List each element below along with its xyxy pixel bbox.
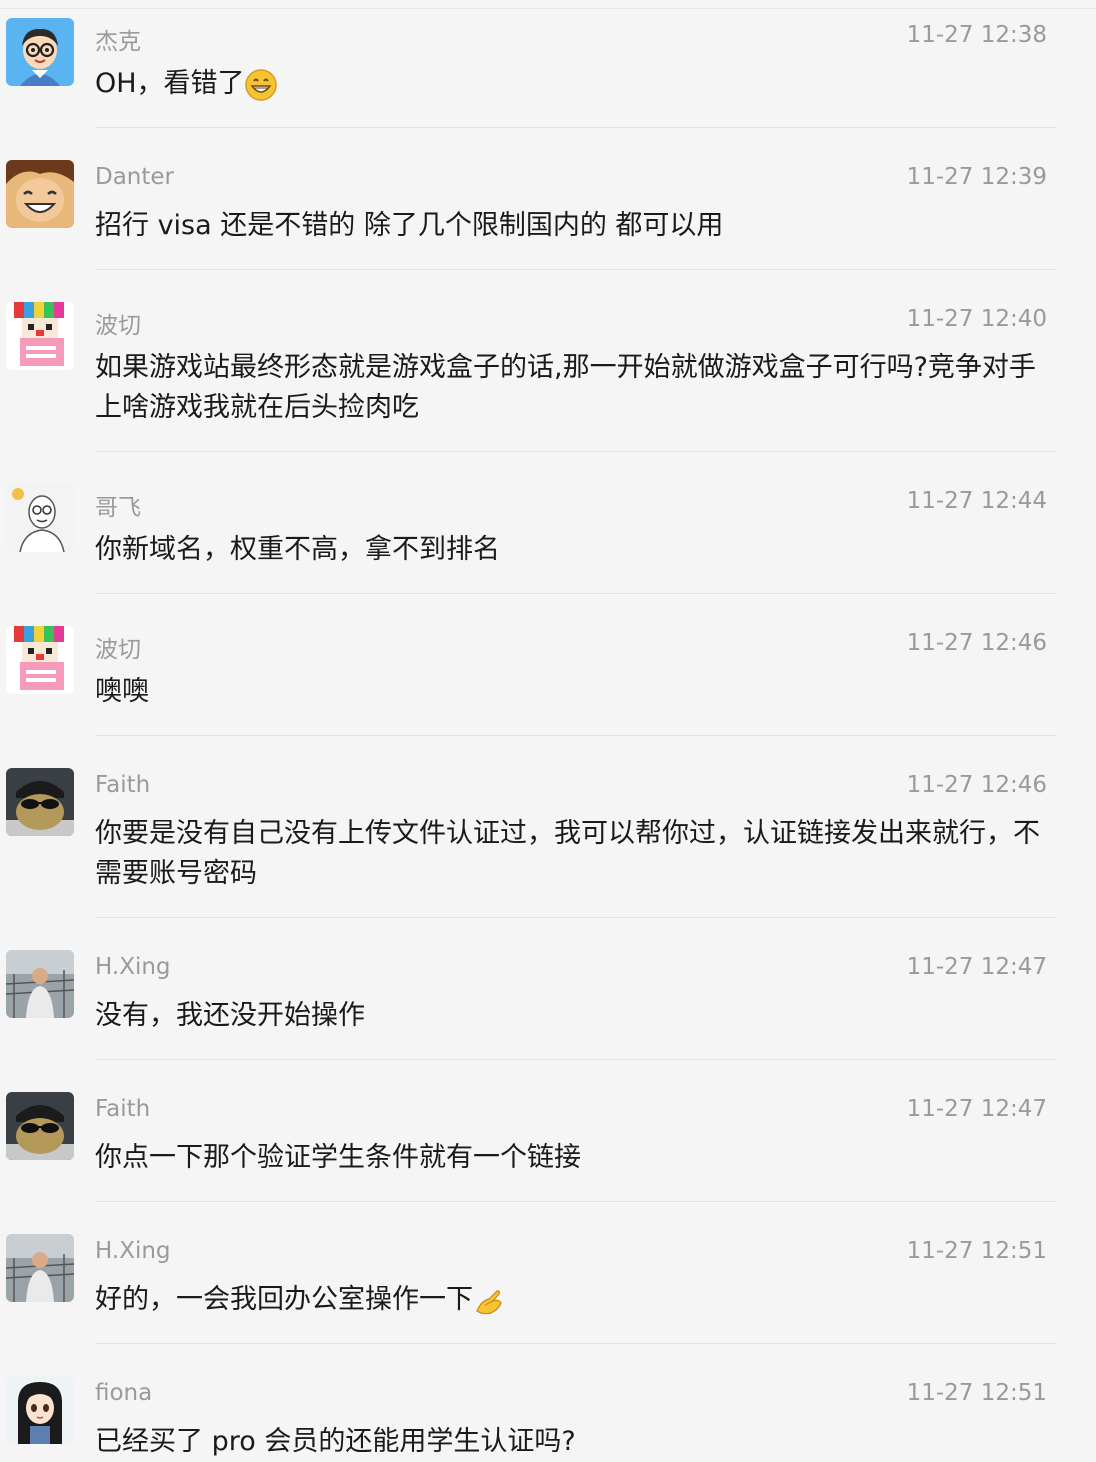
sender-name: 哥飞: [95, 495, 141, 521]
sender-name: Faith: [95, 772, 151, 798]
message-time: 11-27 12:44: [906, 488, 1047, 514]
message-time: 11-27 12:38: [906, 22, 1047, 48]
message-divider: [96, 451, 1056, 452]
ok-hand-icon: [476, 1289, 502, 1314]
message-divider: [96, 127, 1056, 128]
message-time: 11-27 12:47: [906, 1096, 1047, 1122]
message-text: 你新域名，权重不高，拿不到排名: [95, 534, 500, 565]
message-time: 11-27 12:51: [906, 1238, 1047, 1264]
sender-name: 杰克: [95, 29, 141, 55]
anime-girl-avatar[interactable]: [6, 1376, 74, 1444]
message-text: 噢噢: [95, 676, 149, 707]
message-text: 如果游戏站最终形态就是游戏盒子的话,那一开始就做游戏盒子可行吗?竞争对手上啥游戏…: [95, 352, 1036, 423]
message-time: 11-27 12:46: [906, 630, 1047, 656]
message-time: 11-27 12:51: [906, 1380, 1047, 1406]
top-border: [0, 0, 1096, 9]
message-divider: [96, 269, 1056, 270]
message-divider: [96, 593, 1056, 594]
sender-name: H.Xing: [95, 954, 171, 980]
message-text: 已经买了 pro 会员的还能用学生认证吗?: [95, 1426, 576, 1457]
photo-man-avatar[interactable]: [6, 950, 74, 1018]
pixel-clown-avatar[interactable]: [6, 626, 74, 694]
message-text: 没有，我还没开始操作: [95, 1000, 365, 1031]
sender-name: Faith: [95, 1096, 151, 1122]
sender-name: 波切: [95, 313, 141, 339]
photo-man-avatar[interactable]: [6, 1234, 74, 1302]
message-text: 你点一下那个验证学生条件就有一个链接: [95, 1142, 581, 1173]
sunglasses-plush-avatar[interactable]: [6, 768, 74, 836]
message-text: 好的，一会我回办公室操作一下: [95, 1280, 1050, 1320]
sender-name: 波切: [95, 637, 141, 663]
message-text: 你要是没有自己没有上传文件认证过，我可以帮你过，认证链接发出来就行，不需要账号密…: [95, 818, 1040, 889]
message-text: OH，看错了: [95, 64, 1050, 104]
cartoon-boy-glasses-avatar[interactable]: [6, 18, 74, 86]
message-time: 11-27 12:46: [906, 772, 1047, 798]
sender-name: H.Xing: [95, 1238, 171, 1264]
sender-name: Danter: [95, 164, 175, 190]
sunglasses-plush-avatar[interactable]: [6, 1092, 74, 1160]
message-divider: [96, 917, 1056, 918]
message-divider: [96, 1343, 1056, 1344]
message-time: 11-27 12:39: [906, 164, 1047, 190]
message-text: 招行 visa 还是不错的 除了几个限制国内的 都可以用: [95, 210, 724, 241]
anime-smile-avatar[interactable]: [6, 160, 74, 228]
message-divider: [96, 735, 1056, 736]
message-divider: [96, 1201, 1056, 1202]
grinning-face-icon: [244, 68, 277, 101]
message-time: 11-27 12:40: [906, 306, 1047, 332]
sender-name: fiona: [95, 1380, 153, 1406]
sketch-man-avatar[interactable]: [6, 484, 74, 552]
pixel-clown-avatar[interactable]: [6, 302, 74, 370]
message-divider: [96, 1059, 1056, 1060]
message-time: 11-27 12:47: [906, 954, 1047, 980]
